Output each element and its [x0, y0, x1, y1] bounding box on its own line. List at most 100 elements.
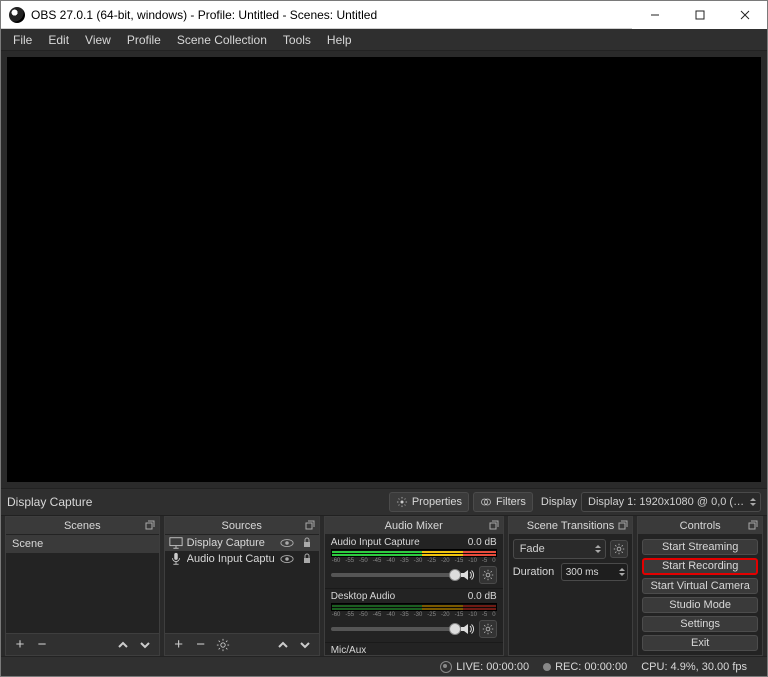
channel-db: 0.0 dB: [468, 537, 497, 548]
app-window: OBS 27.0.1 (64-bit, windows) - Profile: …: [0, 0, 768, 677]
start-recording-button[interactable]: Start Recording: [642, 558, 758, 575]
audio-mixer-panel: Audio Mixer Audio Input Capture 0.0 dB -…: [324, 516, 504, 656]
scene-item[interactable]: Scene: [6, 535, 159, 553]
speaker-icon[interactable]: [459, 567, 475, 583]
display-select[interactable]: Display 1: 1920x1080 @ 0,0 (Prima: [581, 492, 761, 512]
menu-view[interactable]: View: [77, 31, 119, 49]
start-streaming-button[interactable]: Start Streaming: [642, 539, 758, 555]
window-titlebar: OBS 27.0.1 (64-bit, windows) - Profile: …: [1, 1, 767, 29]
remove-source-button[interactable]: −: [191, 636, 211, 654]
record-dot-icon: [543, 663, 551, 671]
source-item[interactable]: Display Capture: [165, 535, 319, 551]
scene-down-button[interactable]: [135, 636, 155, 654]
mixer-body: Audio Input Capture 0.0 dB -60-55-50-45-…: [325, 535, 503, 655]
scenes-title: Scenes: [6, 517, 159, 535]
transitions-body: Fade Duration 300 ms: [509, 535, 633, 655]
sources-title: Sources: [165, 517, 319, 535]
menu-profile[interactable]: Profile: [119, 31, 169, 49]
volume-slider[interactable]: [331, 573, 455, 577]
mixer-title-text: Audio Mixer: [385, 520, 443, 532]
sources-list: Display Capture Audio Input Captu: [165, 535, 319, 633]
vu-meter: [331, 549, 497, 557]
sources-panel: Sources Display Capture Audio Input Capt…: [164, 516, 320, 656]
preview-area: [1, 51, 767, 488]
display-label: Display: [541, 496, 577, 508]
sources-title-text: Sources: [221, 520, 261, 532]
controls-title: Controls: [638, 517, 762, 535]
duration-value: 300 ms: [566, 567, 616, 578]
selected-source-label: Display Capture: [7, 495, 92, 509]
transitions-popout-icon[interactable]: [615, 519, 629, 533]
source-toolbar: Display Capture Properties Filters Displ…: [1, 488, 767, 516]
scenes-popout-icon[interactable]: [142, 519, 156, 533]
properties-button[interactable]: Properties: [389, 492, 469, 512]
settings-button[interactable]: Settings: [642, 616, 758, 632]
transition-settings-button[interactable]: [610, 540, 628, 558]
transitions-panel: Scene Transitions Fade Duration 300 ms: [508, 516, 634, 656]
mic-icon: [169, 552, 183, 566]
source-name: Audio Input Captu: [187, 553, 275, 565]
display-select-value: Display 1: 1920x1080 @ 0,0 (Prima: [588, 496, 746, 508]
sources-popout-icon[interactable]: [302, 519, 316, 533]
live-text: LIVE: 00:00:00: [456, 661, 529, 673]
obs-logo-icon: [9, 7, 25, 23]
channel-db: 0.0 dB: [468, 591, 497, 602]
rec-status: REC: 00:00:00: [543, 661, 627, 673]
source-name: Display Capture: [187, 537, 275, 549]
meter-ticks: -60-55-50-45-40-35-30-25-20-15-10-50: [331, 612, 497, 618]
scene-up-button[interactable]: [113, 636, 133, 654]
scenes-title-text: Scenes: [64, 520, 101, 532]
menu-help[interactable]: Help: [319, 31, 360, 49]
mixer-channel: Mic/Aux: [325, 643, 503, 655]
visibility-toggle[interactable]: [279, 536, 295, 550]
transition-select[interactable]: Fade: [513, 539, 607, 559]
start-virtual-camera-button[interactable]: Start Virtual Camera: [642, 578, 758, 594]
spin-icon: [595, 545, 601, 553]
volume-slider[interactable]: [331, 627, 455, 631]
filters-label: Filters: [496, 496, 526, 508]
spin-icon: [750, 498, 756, 506]
speaker-icon[interactable]: [459, 621, 475, 637]
properties-label: Properties: [412, 496, 462, 508]
lock-toggle[interactable]: [299, 537, 315, 549]
close-button[interactable]: [722, 1, 767, 29]
add-source-button[interactable]: +: [169, 636, 189, 654]
visibility-toggle[interactable]: [279, 552, 295, 566]
duration-label: Duration: [513, 566, 557, 578]
menu-edit[interactable]: Edit: [40, 31, 77, 49]
channel-name: Desktop Audio: [331, 591, 396, 602]
controls-popout-icon[interactable]: [745, 519, 759, 533]
controls-panel: Controls Start Streaming Start Recording…: [637, 516, 763, 656]
docks-row: Scenes Scene + − Sources: [1, 516, 767, 656]
add-scene-button[interactable]: +: [10, 636, 30, 654]
minimize-button[interactable]: [632, 1, 677, 29]
controls-body: Start Streaming Start Recording Start Vi…: [638, 535, 762, 655]
duration-input[interactable]: 300 ms: [561, 563, 629, 581]
source-settings-button[interactable]: [213, 636, 233, 654]
spin-icon: [619, 568, 625, 576]
channel-settings-button[interactable]: [479, 566, 497, 584]
preview-canvas[interactable]: [7, 57, 761, 482]
window-title: OBS 27.0.1 (64-bit, windows) - Profile: …: [31, 8, 632, 22]
filters-button[interactable]: Filters: [473, 492, 533, 512]
sources-footer: + −: [165, 633, 319, 655]
source-item[interactable]: Audio Input Captu: [165, 551, 319, 567]
transitions-title-text: Scene Transitions: [527, 520, 614, 532]
exit-button[interactable]: Exit: [642, 635, 758, 651]
menu-file[interactable]: File: [5, 31, 40, 49]
channel-name: Audio Input Capture: [331, 537, 420, 548]
source-up-button[interactable]: [273, 636, 293, 654]
scenes-list: Scene: [6, 535, 159, 633]
menu-tools[interactable]: Tools: [275, 31, 319, 49]
source-down-button[interactable]: [295, 636, 315, 654]
remove-scene-button[interactable]: −: [32, 636, 52, 654]
status-bar: LIVE: 00:00:00 REC: 00:00:00 CPU: 4.9%, …: [1, 656, 767, 676]
studio-mode-button[interactable]: Studio Mode: [642, 597, 758, 613]
scenes-footer: + −: [6, 633, 159, 655]
vu-meter: [331, 603, 497, 611]
channel-settings-button[interactable]: [479, 620, 497, 638]
maximize-button[interactable]: [677, 1, 722, 29]
lock-toggle[interactable]: [299, 553, 315, 565]
mixer-popout-icon[interactable]: [486, 519, 500, 533]
menu-scene-collection[interactable]: Scene Collection: [169, 31, 275, 49]
